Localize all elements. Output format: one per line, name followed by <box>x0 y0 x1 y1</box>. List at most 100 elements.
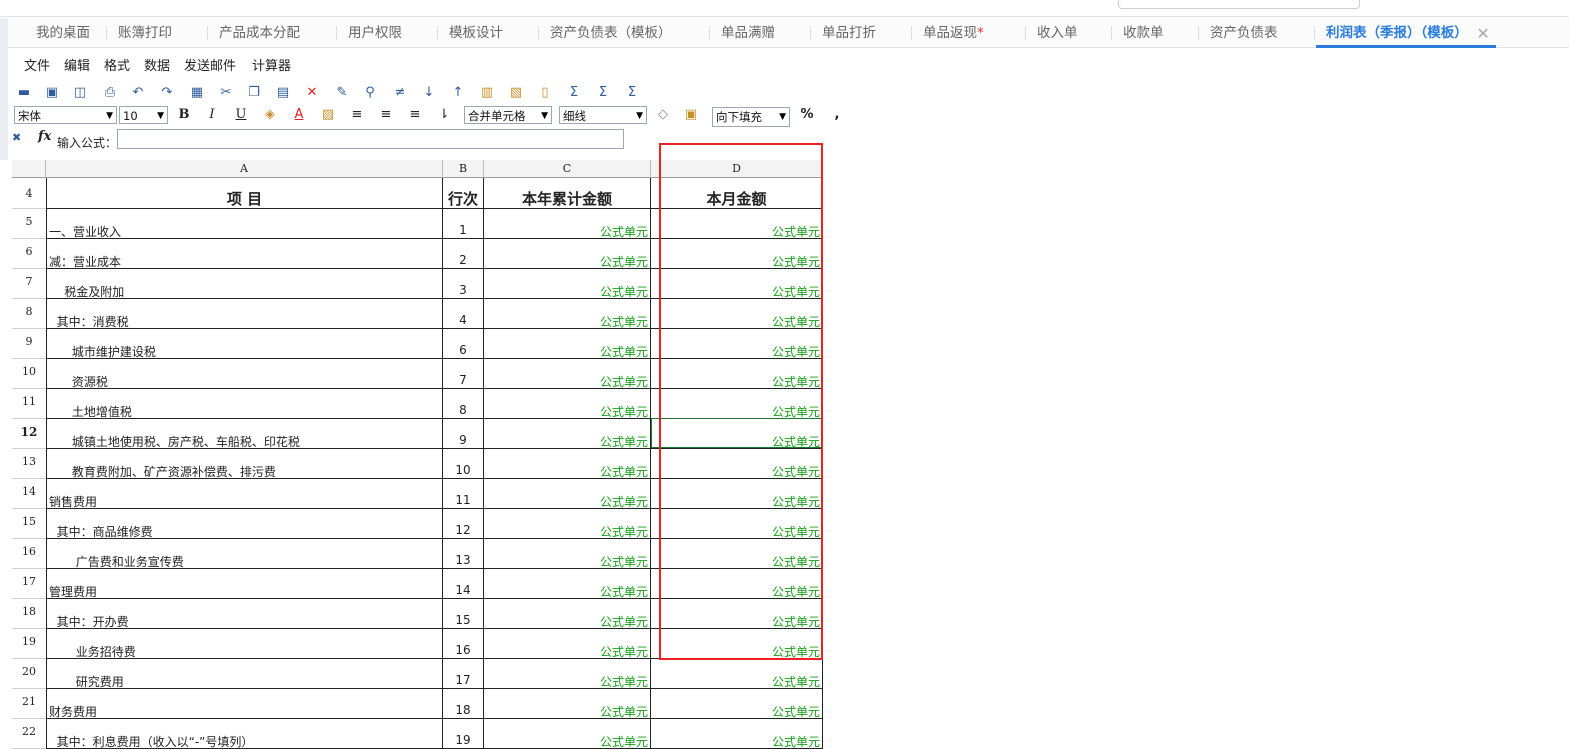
row-header[interactable]: 14 <box>12 479 46 509</box>
cell-d[interactable]: 公式单元 <box>651 629 823 659</box>
cell-b[interactable]: 19 <box>443 719 484 749</box>
cell-b[interactable]: 2 <box>443 239 484 269</box>
sum-icon[interactable]: Σ <box>566 85 582 101</box>
settings-icon[interactable]: ▣ <box>683 107 699 123</box>
cell-a[interactable]: 财务费用 <box>46 689 443 719</box>
cell-d[interactable]: 公式单元 <box>651 719 823 749</box>
row-header[interactable]: 17 <box>12 569 46 599</box>
row-header[interactable]: 15 <box>12 509 46 539</box>
cell-b[interactable]: 4 <box>443 299 484 329</box>
merge-select[interactable]: 合并单元格 ▼ <box>464 106 552 124</box>
cell-a[interactable]: 销售费用 <box>46 479 443 509</box>
cell-d[interactable]: 公式单元 <box>651 419 823 449</box>
grid-icon[interactable]: ▦ <box>189 85 205 101</box>
row-header[interactable]: 8 <box>12 299 46 329</box>
print-preview-icon[interactable]: ◫ <box>72 85 88 101</box>
cell-c[interactable]: 公式单元 <box>484 269 651 299</box>
cell-a[interactable]: 一、营业收入 <box>46 209 443 239</box>
row-header[interactable]: 12 <box>12 419 46 449</box>
cell-b[interactable]: 13 <box>443 539 484 569</box>
cell-c[interactable]: 公式单元 <box>484 209 651 239</box>
cell-b[interactable]: 17 <box>443 659 484 689</box>
sum-row-icon[interactable]: Σ <box>595 85 611 101</box>
replace-icon[interactable]: ≠ <box>392 85 408 101</box>
tab-3[interactable]: 产品成本分配 <box>207 18 300 47</box>
menu-item-1[interactable]: 文件 <box>24 55 50 74</box>
font-color-icon[interactable]: A <box>291 107 307 123</box>
row-header[interactable]: 6 <box>12 239 46 269</box>
cell-d[interactable]: 公式单元 <box>651 269 823 299</box>
tab-13[interactable]: 利润表（季报）（模板） ✕ <box>1314 18 1496 48</box>
row-header[interactable]: 19 <box>12 629 46 659</box>
cell-a[interactable]: 管理费用 <box>46 569 443 599</box>
cell-b[interactable]: 15 <box>443 599 484 629</box>
top-search-box[interactable] <box>1118 0 1360 9</box>
row-header[interactable]: 10 <box>12 359 46 389</box>
paste-special-icon[interactable]: ▥ <box>479 85 495 101</box>
cell-c[interactable]: 公式单元 <box>484 659 651 689</box>
tab-12[interactable]: 资产负债表 <box>1198 18 1278 47</box>
cell-b[interactable]: 行次 <box>443 178 484 209</box>
cell-b[interactable]: 10 <box>443 449 484 479</box>
cell-c[interactable]: 公式单元 <box>484 629 651 659</box>
fill-color-icon[interactable]: ◈ <box>262 107 278 123</box>
cell-d[interactable]: 公式单元 <box>651 479 823 509</box>
cell-c[interactable]: 本年累计金额 <box>484 178 651 209</box>
align-left-icon[interactable]: ≡ <box>349 107 365 123</box>
menu-item-5[interactable]: 发送邮件 <box>184 55 236 74</box>
cell-a[interactable]: 其中：开办费 <box>46 599 443 629</box>
cell-b[interactable]: 18 <box>443 689 484 719</box>
cell-b[interactable]: 16 <box>443 629 484 659</box>
row-header[interactable]: 5 <box>12 209 46 239</box>
close-icon[interactable]: ✕ <box>1476 18 1489 49</box>
menu-item-3[interactable]: 格式 <box>104 55 130 74</box>
save-as-icon[interactable]: ▣ <box>44 85 60 101</box>
cell-c[interactable]: 公式单元 <box>484 509 651 539</box>
cell-a[interactable]: 其中：利息费用（收入以“-”号填列） <box>46 719 443 749</box>
menu-item-6[interactable]: 计算器 <box>252 55 291 74</box>
eraser-icon[interactable]: ◇ <box>655 107 671 123</box>
sort-desc-icon[interactable]: ↑ <box>450 85 466 101</box>
row-header[interactable]: 16 <box>12 539 46 569</box>
find-icon[interactable]: ⚲ <box>362 85 378 101</box>
tab-4[interactable]: 用户权限 <box>336 18 402 47</box>
cell-a[interactable]: 资源税 <box>46 359 443 389</box>
cell-d[interactable]: 公式单元 <box>651 569 823 599</box>
row-header[interactable]: 22 <box>12 719 46 749</box>
cell-a[interactable]: 其中：商品维修费 <box>46 509 443 539</box>
cell-d[interactable]: 公式单元 <box>651 299 823 329</box>
cell-a[interactable]: 教育费附加、矿产资源补偿费、排污费 <box>46 449 443 479</box>
menu-item-4[interactable]: 数据 <box>144 55 170 74</box>
cell-c[interactable]: 公式单元 <box>484 359 651 389</box>
cell-a[interactable]: 城市维护建设税 <box>46 329 443 359</box>
tab-9[interactable]: 单品返现* <box>911 18 984 47</box>
cell-c[interactable]: 公式单元 <box>484 539 651 569</box>
cell-d[interactable]: 公式单元 <box>651 239 823 269</box>
tab-7[interactable]: 单品满赠 <box>709 18 775 47</box>
copy-icon[interactable]: ❐ <box>246 85 262 101</box>
cell-d[interactable]: 公式单元 <box>651 209 823 239</box>
paste-icon[interactable]: ▤ <box>275 85 291 101</box>
cell-b[interactable]: 11 <box>443 479 484 509</box>
cell-b[interactable]: 8 <box>443 389 484 419</box>
cell-c[interactable]: 公式单元 <box>484 239 651 269</box>
tab-8[interactable]: 单品打折 <box>810 18 876 47</box>
cell-b[interactable]: 1 <box>443 209 484 239</box>
cell-d[interactable]: 公式单元 <box>651 659 823 689</box>
column-header-d[interactable]: D <box>651 160 823 178</box>
cell-d[interactable]: 公式单元 <box>651 539 823 569</box>
border-style-select[interactable]: 细线 ▼ <box>559 106 647 124</box>
row-header[interactable]: 7 <box>12 269 46 299</box>
font-size-select[interactable]: 10 ▼ <box>119 106 168 124</box>
tab-11[interactable]: 收款单 <box>1111 18 1164 47</box>
cell-d[interactable]: 本月金额 <box>651 178 823 209</box>
print-icon[interactable]: ⎙ <box>102 85 118 101</box>
clipboard-icon[interactable]: ▯ <box>537 85 553 101</box>
row-header[interactable]: 13 <box>12 449 46 479</box>
cell-a[interactable]: 项 目 <box>46 178 443 209</box>
cell-a[interactable]: 税金及附加 <box>46 269 443 299</box>
cell-c[interactable]: 公式单元 <box>484 449 651 479</box>
redo-icon[interactable]: ↷ <box>159 85 175 101</box>
cell-a[interactable]: 业务招待费 <box>46 629 443 659</box>
cell-b[interactable]: 3 <box>443 269 484 299</box>
